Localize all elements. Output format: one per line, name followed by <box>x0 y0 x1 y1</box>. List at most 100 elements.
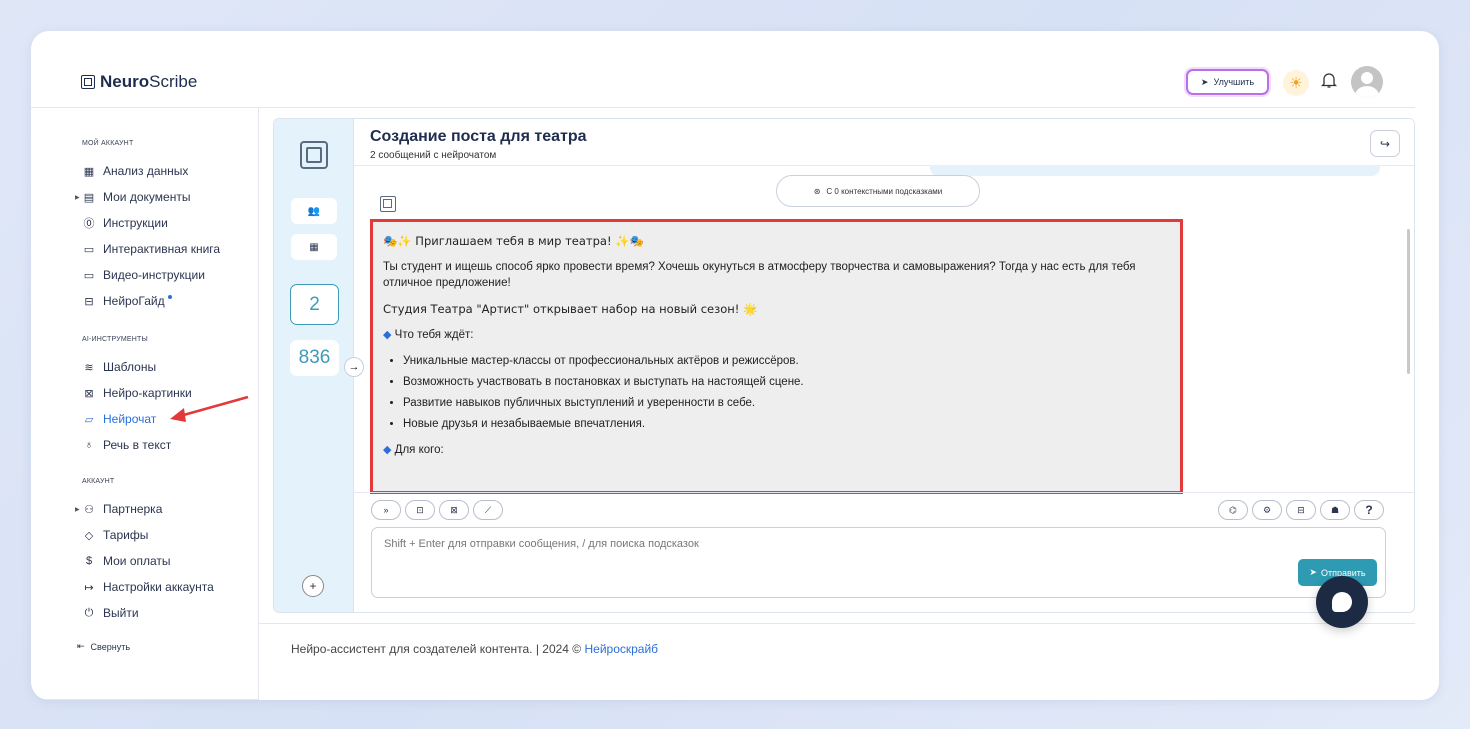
help-button[interactable]: ? <box>1354 500 1384 520</box>
download-button[interactable]: ⊡ <box>405 500 435 520</box>
dollar-icon: $ <box>85 555 93 567</box>
collapse-sidebar-button[interactable]: ⇤ Свернуть <box>77 641 130 652</box>
share-button[interactable]: ↪ <box>1370 130 1400 157</box>
video-icon: ▭ <box>83 269 95 282</box>
sidebar-item-instructions[interactable]: ⓪ Инструкции <box>82 214 168 232</box>
list-item: Новые друзья и незабываемые впечатления. <box>403 416 1170 432</box>
book-icon: ▭ <box>83 243 95 256</box>
message-heading: 🎭✨ Приглашаем тебя в мир театра! ✨🎭 <box>383 234 644 248</box>
sidebar-item-partners[interactable]: ▶ ⚇ Партнерка <box>75 500 162 518</box>
sidebar-item-logout[interactable]: ⏻ Выйти <box>82 604 139 622</box>
plugin-button[interactable]: ⌬ <box>1218 500 1248 520</box>
gear-icon: ⚙ <box>1262 504 1272 515</box>
send-icon: ➤ <box>1309 567 1317 577</box>
footer-text: Нейро-ассистент для создателей контента.… <box>291 642 659 656</box>
app-logo[interactable]: NeuroScribe <box>81 72 197 92</box>
section-title-account: АККАУНТ <box>82 478 115 485</box>
message-count-box: 2 <box>290 284 339 325</box>
context-hints-pill[interactable]: ⊛ С 0 контекстными подсказками <box>776 175 980 207</box>
login-icon: ↦ <box>84 581 94 594</box>
chat-scrollbar[interactable] <box>1407 229 1410 374</box>
sidebar-item-account-settings[interactable]: ↦ Настройки аккаунта <box>82 578 213 596</box>
section-title-my-account: МОЙ АККАУНТ <box>82 140 134 147</box>
sidebar-item-my-payments[interactable]: $ Мои оплаты <box>82 552 171 570</box>
bell-icon[interactable] <box>1318 71 1340 95</box>
image-icon: ⊠ <box>450 504 458 515</box>
download-icon: ⊡ <box>416 504 424 515</box>
chat-header: Создание поста для театра 2 сообщений с … <box>354 119 1414 166</box>
sidebar-item-neuroguide[interactable]: ⊟ НейроГайд <box>82 292 172 310</box>
theme-toggle-sun-icon[interactable]: ☀ <box>1283 70 1309 96</box>
sidebar-item-data-analysis[interactable]: ▦ Анализ данных <box>82 162 189 180</box>
image-button[interactable]: ⊠ <box>439 500 469 520</box>
upgrade-button[interactable]: ➤ Улучшить <box>1186 69 1269 95</box>
magic-wand-icon: ⟋ <box>484 504 492 515</box>
logo-icon <box>81 75 95 89</box>
previous-message-bubble <box>930 165 1380 176</box>
chat-bubble-icon <box>1332 592 1352 612</box>
assistant-message: 🎭✨ Приглашаем тебя в мир театра! ✨🎭 Ты с… <box>370 219 1183 494</box>
grid-icon: ▦ <box>83 165 95 178</box>
caret-right-icon: ▶ <box>75 194 80 201</box>
divider <box>31 699 259 700</box>
support-chat-button[interactable] <box>1316 576 1368 628</box>
sidebar-item-interactive-book[interactable]: ▭ Интерактивная книга <box>82 240 220 258</box>
users-icon: ⚇ <box>84 503 94 516</box>
sidebar-item-video-instructions[interactable]: ▭ Видео-инструкции <box>82 266 205 284</box>
share-icon: ↪ <box>1379 136 1391 151</box>
bot-button[interactable]: ☗ <box>1320 500 1350 520</box>
expand-arrow-button[interactable]: → <box>344 357 364 377</box>
layout-button[interactable]: ⊟ <box>1286 500 1316 520</box>
list-item: Возможность участвовать в постановках и … <box>403 374 1170 390</box>
image-icon: ⊠ <box>84 387 94 400</box>
layout-icon: ⊟ <box>1297 504 1305 515</box>
sidebar-item-my-documents[interactable]: ▶ ▤ Мои документы <box>75 188 190 206</box>
diamond-icon: ◆ <box>383 329 392 341</box>
chat-icon: ▱ <box>84 413 94 426</box>
chat-subtitle: 2 сообщений с нейрочатом <box>370 150 497 161</box>
top-header: NeuroScribe ➤ Улучшить ☀ <box>31 31 1415 108</box>
new-indicator-dot <box>167 295 172 299</box>
chat-title: Создание поста для театра <box>370 128 587 145</box>
help-circle-icon: ⓪ <box>83 218 95 230</box>
tag-icon: ◇ <box>84 529 94 542</box>
diamond-icon: ◆ <box>383 444 392 456</box>
grid-icon: ▦ <box>309 241 319 253</box>
sidebar-item-speech-to-text[interactable]: ♁ Речь в текст <box>82 436 171 454</box>
document-icon: ▤ <box>83 191 95 204</box>
sidebar-item-neurochat[interactable]: ▱ Нейрочат <box>82 410 157 428</box>
avatar[interactable] <box>1351 66 1383 98</box>
sidebar: МОЙ АККАУНТ ▦ Анализ данных ▶ ▤ Мои докуме… <box>31 108 259 700</box>
red-annotation-arrow-icon <box>170 395 249 422</box>
chat-side-strip: 👥 ▦ 2 836 + <box>274 119 354 612</box>
magic-wand-button[interactable]: ⟋ <box>473 500 503 520</box>
settings-button[interactable]: ⚙ <box>1252 500 1282 520</box>
strip-logo-icon <box>300 141 328 169</box>
message-input[interactable]: Shift + Enter для отправки сообщения, / … <box>371 527 1386 598</box>
chat-panel: 👥 ▦ 2 836 + → Создание поста для театра … <box>273 118 1415 613</box>
input-placeholder: Shift + Enter для отправки сообщения, / … <box>384 538 699 550</box>
headphones-icon: ♁ <box>84 439 94 451</box>
collapse-down-button[interactable]: » <box>371 500 401 520</box>
footer-link[interactable]: Нейроскрайб <box>584 642 658 656</box>
token-count: 836 <box>290 340 339 376</box>
new-chat-button[interactable]: + <box>302 575 324 597</box>
layers-icon: ≋ <box>84 361 94 374</box>
sidebar-item-tariffs[interactable]: ◇ Тарифы <box>82 526 149 544</box>
sidebar-item-templates[interactable]: ≋ Шаблоны <box>82 358 156 376</box>
plus-circle-icon: + <box>309 579 317 593</box>
message-bullet-list: Уникальные мастер-классы от профессионал… <box>403 353 1170 432</box>
message-section-heading: ◆ Для кого: <box>383 444 444 456</box>
users-button[interactable]: 👥 <box>291 198 337 224</box>
arrow-right-icon: → <box>348 361 360 373</box>
caret-right-icon: ▶ <box>75 506 80 513</box>
app-window: NeuroScribe ➤ Улучшить ☀ МОЙ АККАУНТ ▦ Ан… <box>31 31 1439 700</box>
chevrons-down-icon: » <box>383 505 389 515</box>
collapse-left-icon: ⇤ <box>77 641 85 651</box>
section-title-ai-tools: AI-ИНСТРУМЕНТЫ <box>82 336 148 343</box>
power-icon: ⏻ <box>84 606 94 619</box>
list-item: Уникальные мастер-классы от профессионал… <box>403 353 1170 369</box>
grid-button[interactable]: ▦ <box>291 234 337 260</box>
puzzle-icon: ⌬ <box>1229 504 1237 515</box>
palette-icon: ⊛ <box>813 186 821 196</box>
